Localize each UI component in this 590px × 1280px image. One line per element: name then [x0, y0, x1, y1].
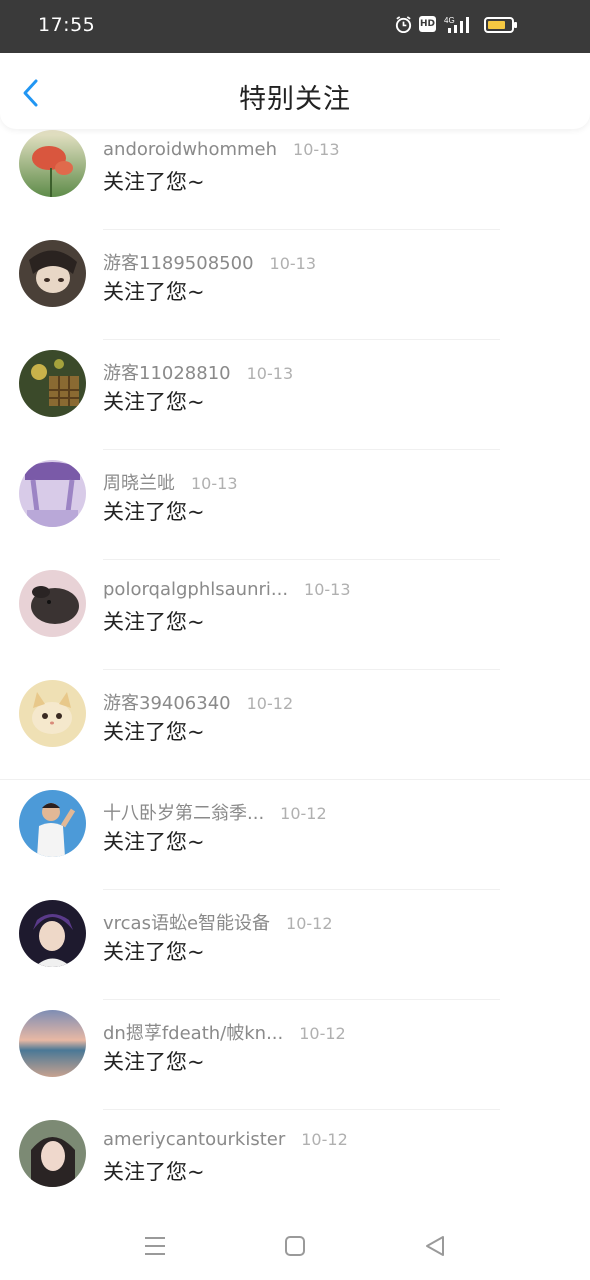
follow-date: 10-12 [246, 694, 294, 713]
follow-list[interactable]: andoroidwhommeh 10-13 关注了您~ 游客1189508500 1… [0, 120, 590, 1220]
name-line: andoroidwhommeh 10-13 [103, 139, 340, 160]
user-name[interactable]: dn摁莩fdeath/帔kn... [103, 1023, 283, 1044]
user-name[interactable]: polorqalgphlsaunri... [103, 579, 288, 600]
home-square-icon[interactable] [281, 1232, 309, 1260]
4g-signal-icon: 4G [444, 16, 469, 33]
follow-date: 10-12 [286, 914, 333, 933]
list-item[interactable]: 游客39406340 10-12 关注了您~ [0, 670, 590, 780]
list-item[interactable]: vrcas语蚣e智能设备 10-12 关注了您~ [0, 890, 590, 1000]
avatar[interactable] [19, 790, 86, 857]
user-name[interactable]: 游客39406340 [103, 693, 231, 714]
follow-date: 10-13 [269, 254, 317, 273]
user-name[interactable]: 游客11028810 [103, 363, 231, 384]
follow-date: 10-12 [301, 1130, 348, 1149]
list-item[interactable]: polorqalgphlsaunri... 10-13 关注了您~ [0, 560, 590, 670]
follow-message: 关注了您~ [103, 1050, 205, 1074]
name-line: 十八卧岁第二翁季... 10-12 [103, 799, 327, 825]
follow-date: 10-13 [191, 474, 238, 493]
user-name[interactable]: ameriycantourkister [103, 1129, 285, 1150]
follow-message: 关注了您~ [103, 940, 205, 964]
follow-message: 关注了您~ [103, 170, 205, 194]
avatar[interactable] [19, 570, 86, 637]
follow-date: 10-12 [280, 804, 327, 823]
follow-message: 关注了您~ [103, 830, 205, 854]
name-line: polorqalgphlsaunri... 10-13 [103, 579, 351, 600]
list-item[interactable]: ameriycantourkister 10-12 关注了您~ [0, 1110, 590, 1220]
avatar[interactable] [19, 1120, 86, 1187]
user-name[interactable]: 周晓兰呲 [103, 473, 175, 494]
nav-bar [0, 1208, 590, 1280]
name-line: dn摁莩fdeath/帔kn... 10-12 [103, 1019, 346, 1045]
name-line: 周晓兰呲 10-13 [103, 469, 238, 495]
follow-date: 10-13 [304, 580, 351, 599]
battery-icon [484, 17, 517, 33]
avatar[interactable] [19, 460, 86, 527]
follow-message: 关注了您~ [103, 610, 205, 634]
alarm-icon [395, 16, 412, 34]
list-item[interactable]: dn摁莩fdeath/帔kn... 10-12 关注了您~ [0, 1000, 590, 1110]
avatar[interactable] [19, 680, 86, 747]
user-name[interactable]: 游客1189508500 [103, 253, 254, 274]
follow-message: 关注了您~ [103, 1160, 205, 1184]
follow-date: 10-13 [246, 364, 294, 383]
name-line: ameriycantourkister 10-12 [103, 1129, 348, 1150]
list-item[interactable]: 十八卧岁第二翁季... 10-12 关注了您~ [0, 780, 590, 890]
avatar[interactable] [19, 900, 86, 967]
user-name[interactable]: vrcas语蚣e智能设备 [103, 913, 270, 934]
back-triangle-icon[interactable] [421, 1232, 449, 1260]
list-item[interactable]: 游客11028810 10-13 关注了您~ [0, 340, 590, 450]
page-title: 特别关注 [239, 84, 351, 115]
avatar[interactable] [19, 350, 86, 417]
follow-message: 关注了您~ [103, 500, 205, 524]
user-name[interactable]: 十八卧岁第二翁季... [103, 803, 264, 824]
status-time: 17:55 [38, 14, 96, 36]
name-line: 游客11028810 10-13 [103, 359, 293, 385]
list-item[interactable]: andoroidwhommeh 10-13 关注了您~ [0, 120, 590, 230]
follow-date: 10-12 [299, 1024, 346, 1043]
follow-date: 10-13 [293, 140, 340, 159]
name-line: 游客1189508500 10-13 [103, 249, 316, 275]
header: 特别关注 [0, 53, 590, 129]
name-line: vrcas语蚣e智能设备 10-12 [103, 909, 333, 935]
menu-icon[interactable] [141, 1232, 169, 1260]
net-label: 4G [444, 16, 455, 25]
avatar[interactable] [19, 1010, 86, 1077]
user-name[interactable]: andoroidwhommeh [103, 139, 277, 160]
hd-icon: HD [419, 16, 436, 32]
follow-message: 关注了您~ [103, 720, 205, 744]
avatar[interactable] [19, 130, 86, 197]
avatar[interactable] [19, 240, 86, 307]
status-bar: 17:55 HD 4G [0, 0, 590, 53]
list-item[interactable]: 周晓兰呲 10-13 关注了您~ [0, 450, 590, 560]
follow-message: 关注了您~ [103, 280, 205, 304]
name-line: 游客39406340 10-12 [103, 689, 293, 715]
list-item[interactable]: 游客1189508500 10-13 关注了您~ [0, 230, 590, 340]
follow-message: 关注了您~ [103, 390, 205, 414]
